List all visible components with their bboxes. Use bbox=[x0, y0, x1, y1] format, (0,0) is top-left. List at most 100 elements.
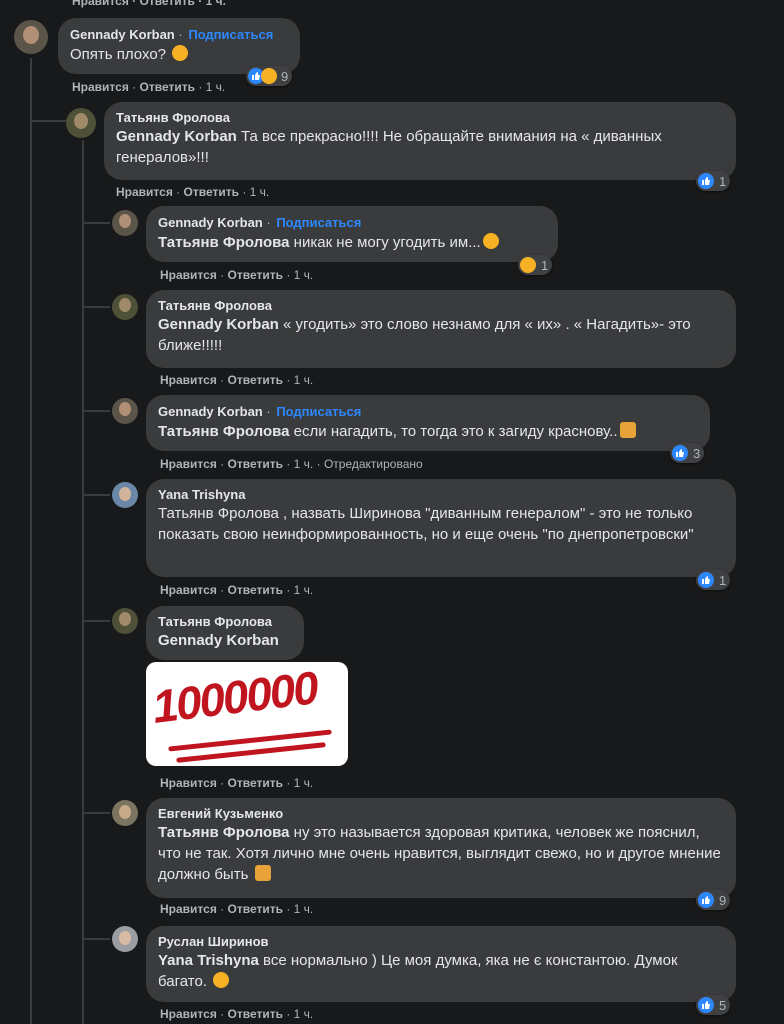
mention-link[interactable]: Татьянв Фролова bbox=[158, 423, 290, 440]
follow-link[interactable]: Подписаться bbox=[188, 27, 273, 42]
thread-line bbox=[82, 140, 84, 1024]
comment-author[interactable]: Gennady Korban bbox=[158, 404, 263, 419]
comment-author[interactable]: Татьянв Фролова bbox=[158, 298, 724, 314]
comment-author[interactable]: Евгений Кузьменко bbox=[158, 806, 724, 822]
like-icon bbox=[698, 572, 714, 588]
reaction-count: 1 bbox=[541, 257, 549, 273]
edited-label[interactable]: Отредактировано bbox=[324, 457, 423, 471]
reaction-count: 9 bbox=[719, 892, 727, 908]
avatar[interactable] bbox=[112, 926, 138, 952]
laughing-emoji-icon bbox=[172, 45, 189, 61]
mention-link[interactable]: Татьянв Фролова bbox=[158, 824, 290, 841]
avatar[interactable] bbox=[112, 398, 138, 424]
comment-bubble: Gennady Korban · Подписаться Татьянв Фро… bbox=[146, 395, 710, 451]
reaction-count: 3 bbox=[693, 445, 701, 461]
reply-link[interactable]: Ответить bbox=[228, 373, 283, 387]
timestamp[interactable]: 1 ч. bbox=[250, 185, 270, 199]
avatar[interactable] bbox=[112, 210, 138, 236]
comment-author[interactable]: Gennady Korban bbox=[70, 27, 175, 42]
comment-actions: Нравится · Ответить · 1 ч. bbox=[160, 902, 314, 916]
thread-hook bbox=[82, 306, 110, 308]
person-emoji-icon bbox=[254, 865, 271, 881]
reply-link[interactable]: Ответить bbox=[228, 583, 283, 597]
comment-author[interactable]: Татьянв Фролова bbox=[158, 614, 292, 630]
like-link[interactable]: Нравится bbox=[160, 1007, 217, 1021]
avatar[interactable] bbox=[112, 294, 138, 320]
smile-emoji-icon bbox=[213, 972, 230, 988]
comment-actions: Нравится · Ответить · 1 ч. bbox=[116, 185, 270, 199]
comment-actions: Нравится · Ответить · 1 ч. bbox=[160, 583, 314, 597]
reaction-summary[interactable]: 9 bbox=[696, 890, 731, 910]
like-icon bbox=[698, 892, 714, 908]
reaction-summary[interactable]: 3 bbox=[670, 443, 705, 463]
comment-author[interactable]: Gennady Korban bbox=[158, 215, 263, 230]
like-link[interactable]: Нравится bbox=[116, 185, 173, 199]
reaction-summary[interactable]: 1 bbox=[696, 570, 731, 590]
mention-link[interactable]: Татьянв Фролова bbox=[158, 234, 290, 251]
comment-actions: Нравится · Ответить · 1 ч. bbox=[160, 1007, 314, 1021]
like-icon bbox=[698, 997, 714, 1013]
like-link[interactable]: Нравится bbox=[160, 457, 217, 471]
reaction-count: 9 bbox=[281, 68, 289, 84]
mention-link[interactable]: Gennady Korban bbox=[158, 632, 279, 649]
reaction-summary[interactable]: 1 bbox=[518, 255, 553, 275]
comment-actions: Нравится · Ответить · 1 ч. bbox=[160, 373, 314, 387]
timestamp[interactable]: 1 ч. bbox=[294, 583, 314, 597]
like-link[interactable]: Нравится bbox=[160, 902, 217, 916]
comment-bubble: Руслан Ширинов Yana Trishyna все нормаль… bbox=[146, 926, 736, 1002]
comment-bubble: Татьянв Фролова Gennady Korban « угодить… bbox=[146, 290, 736, 368]
comment-text: Опять плохо? bbox=[70, 46, 171, 63]
comment-bubble: Yana Trishyna Татьянв Фролова , назвать … bbox=[146, 479, 736, 577]
reply-link[interactable]: Ответить bbox=[228, 457, 283, 471]
timestamp[interactable]: 1 ч. bbox=[294, 457, 314, 471]
timestamp[interactable]: 1 ч. bbox=[294, 373, 314, 387]
timestamp[interactable]: 1 ч. bbox=[294, 268, 314, 282]
haha-icon bbox=[261, 68, 277, 84]
avatar[interactable] bbox=[66, 108, 96, 138]
reply-link[interactable]: Ответить bbox=[140, 80, 195, 94]
thread-hook bbox=[82, 812, 110, 814]
reply-link[interactable]: Ответить bbox=[228, 1007, 283, 1021]
mention-link[interactable]: Gennady Korban bbox=[158, 316, 279, 333]
like-link[interactable]: Нравится bbox=[160, 776, 217, 790]
reply-link[interactable]: Ответить bbox=[184, 185, 239, 199]
reply-link[interactable]: Ответить bbox=[228, 268, 283, 282]
thread-hook bbox=[82, 410, 110, 412]
reply-link[interactable]: Ответить bbox=[228, 776, 283, 790]
mention-link[interactable]: Yana Trishyna bbox=[158, 952, 259, 969]
comment-text: Татьянв Фролова , назвать Ширинова "дива… bbox=[158, 505, 694, 543]
follow-link[interactable]: Подписаться bbox=[276, 404, 361, 419]
comment-actions: Нравится · Ответить · 1 ч. · Отредактиро… bbox=[160, 457, 423, 471]
hundred-sticker-image[interactable]: 1000000 bbox=[146, 662, 348, 766]
avatar[interactable] bbox=[112, 800, 138, 826]
rock-on-emoji-icon bbox=[619, 422, 636, 438]
like-link[interactable]: Нравится bbox=[160, 268, 217, 282]
avatar[interactable] bbox=[112, 482, 138, 508]
like-link[interactable]: Нравится bbox=[72, 80, 129, 94]
avatar[interactable] bbox=[112, 608, 138, 634]
avatar[interactable] bbox=[14, 20, 48, 54]
reaction-count: 1 bbox=[719, 572, 727, 588]
thread-hook bbox=[82, 938, 110, 940]
timestamp[interactable]: 1 ч. bbox=[294, 1007, 314, 1021]
timestamp[interactable]: 1 ч. bbox=[294, 776, 314, 790]
haha-icon bbox=[520, 257, 536, 273]
like-icon bbox=[672, 445, 688, 461]
comment-actions[interactable]: Нравится · Ответить · 1 ч. bbox=[72, 0, 226, 8]
comment-author[interactable]: Руслан Ширинов bbox=[158, 934, 724, 950]
comment-author[interactable]: Татьянв Фролова bbox=[116, 110, 724, 126]
timestamp[interactable]: 1 ч. bbox=[294, 902, 314, 916]
thread-hook bbox=[30, 120, 66, 122]
reply-link[interactable]: Ответить bbox=[228, 902, 283, 916]
like-link[interactable]: Нравится bbox=[160, 583, 217, 597]
reaction-summary[interactable]: 9 bbox=[246, 66, 293, 86]
comment-author[interactable]: Yana Trishyna bbox=[158, 487, 724, 503]
reaction-summary[interactable]: 1 bbox=[696, 171, 731, 191]
timestamp[interactable]: 1 ч. bbox=[206, 80, 226, 94]
follow-link[interactable]: Подписаться bbox=[276, 215, 361, 230]
like-link[interactable]: Нравится bbox=[160, 373, 217, 387]
comment-bubble: Gennady Korban · Подписаться Татьянв Фро… bbox=[146, 206, 558, 262]
reaction-summary[interactable]: 5 bbox=[696, 995, 731, 1015]
comment-bubble: Татьянв Фролова Gennady Korban bbox=[146, 606, 304, 660]
mention-link[interactable]: Gennady Korban bbox=[116, 128, 237, 145]
